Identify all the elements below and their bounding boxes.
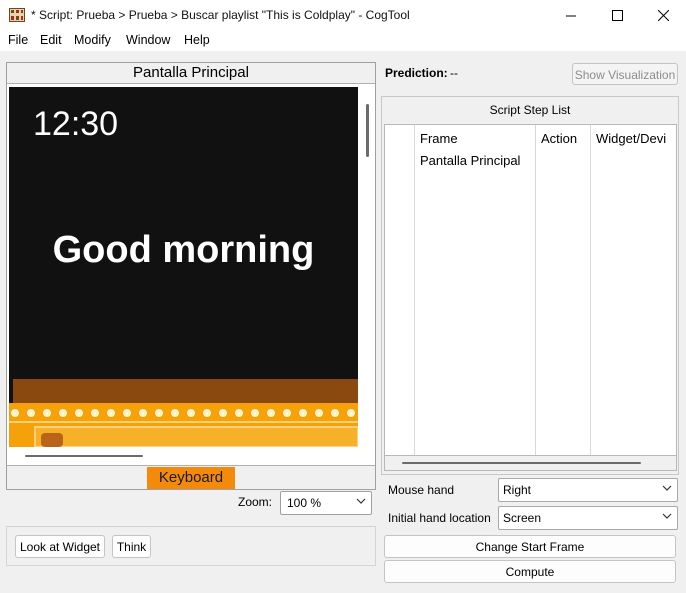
close-button[interactable] bbox=[640, 0, 686, 31]
column-header-action[interactable]: Action bbox=[541, 131, 577, 146]
zoom-label: Zoom: bbox=[238, 495, 273, 509]
zoom-value: 100 % bbox=[287, 496, 322, 510]
column-separator bbox=[414, 125, 415, 455]
script-step-table[interactable]: Frame Action Widget/Devi Pantalla Princi… bbox=[384, 124, 677, 456]
chevron-down-icon bbox=[356, 498, 366, 504]
think-button[interactable]: Think bbox=[112, 535, 151, 558]
column-separator bbox=[535, 125, 536, 455]
cogtool-app-icon bbox=[9, 8, 25, 22]
close-icon bbox=[657, 10, 669, 21]
show-visualization-button[interactable]: Show Visualization bbox=[572, 63, 678, 85]
menu-help[interactable]: Help bbox=[184, 33, 210, 47]
maximize-icon bbox=[611, 10, 623, 21]
zoom-select[interactable]: 100 % bbox=[280, 491, 372, 515]
table-row-frame-cell[interactable]: Pantalla Principal bbox=[420, 153, 520, 168]
menu-window[interactable]: Window bbox=[126, 33, 170, 47]
column-header-frame[interactable]: Frame bbox=[420, 131, 458, 146]
greeting-text: Good morning bbox=[52, 229, 315, 271]
look-at-widget-button[interactable]: Look at Widget bbox=[15, 535, 105, 558]
frame-title: Pantalla Principal bbox=[133, 64, 249, 81]
change-start-frame-button[interactable]: Change Start Frame bbox=[384, 535, 676, 558]
window-title: * Script: Prueba > Prueba > Buscar playl… bbox=[31, 8, 410, 22]
menu-file[interactable]: File bbox=[8, 33, 28, 47]
chevron-down-icon bbox=[662, 513, 672, 519]
decorative-pattern bbox=[9, 403, 358, 447]
frame-screenshot[interactable]: 12:30 Good morning bbox=[9, 87, 358, 447]
frame-vertical-scrollbar[interactable] bbox=[366, 104, 369, 157]
script-step-list-title: Script Step List bbox=[489, 103, 571, 117]
initial-hand-location-select[interactable]: Screen bbox=[498, 506, 678, 530]
mouse-hand-select[interactable]: Right bbox=[498, 478, 678, 502]
maximize-button[interactable] bbox=[594, 0, 640, 31]
frame-horizontal-scrollbar[interactable] bbox=[25, 455, 143, 457]
chevron-down-icon bbox=[662, 485, 672, 491]
compute-button[interactable]: Compute bbox=[384, 560, 676, 583]
column-header-widget[interactable]: Widget/Devi bbox=[596, 131, 666, 146]
menu-edit[interactable]: Edit bbox=[40, 33, 62, 47]
mouse-hand-label: Mouse hand bbox=[388, 483, 455, 497]
initial-hand-location-label: Initial hand location bbox=[388, 511, 491, 525]
clock-text: 12:30 bbox=[33, 105, 119, 143]
decorative-band bbox=[9, 379, 358, 403]
minimize-button[interactable] bbox=[548, 0, 594, 31]
menu-modify[interactable]: Modify bbox=[74, 33, 111, 47]
frame-title-bar: Pantalla Principal bbox=[7, 63, 375, 84]
prediction-value: -- bbox=[450, 66, 458, 80]
table-horizontal-scrollbar[interactable] bbox=[402, 462, 641, 464]
initial-hand-location-value: Screen bbox=[503, 511, 542, 525]
column-separator bbox=[590, 125, 591, 455]
minimize-icon bbox=[566, 15, 576, 16]
keyboard-widget[interactable]: Keyboard bbox=[147, 467, 235, 489]
prediction-label: Prediction: bbox=[385, 66, 448, 80]
mouse-hand-value: Right bbox=[503, 483, 532, 497]
